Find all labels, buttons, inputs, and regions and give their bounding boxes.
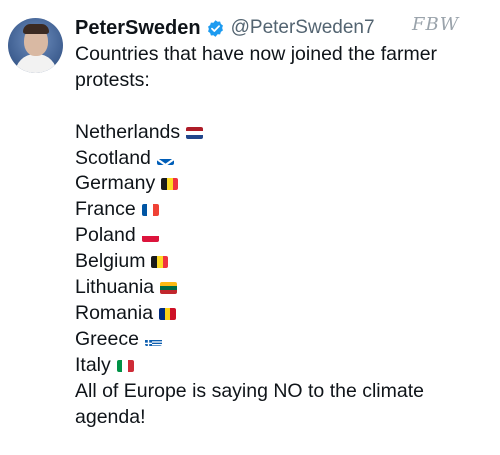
avatar[interactable] (8, 18, 63, 73)
scotland-flag-icon (156, 153, 174, 165)
country-row: Poland (75, 223, 490, 249)
country-row: France (75, 197, 490, 223)
country-name: France (75, 198, 136, 221)
romania-flag-icon (159, 307, 177, 320)
country-name: Belgium (75, 250, 146, 273)
country-name: Italy (75, 353, 111, 376)
country-name: Romania (75, 301, 154, 324)
avatar-shirt (15, 54, 57, 73)
tweet-header: PeterSweden @PeterSweden7 (75, 14, 375, 42)
country-row: Romania (75, 301, 490, 327)
france-flag-icon (141, 204, 159, 217)
display-name[interactable]: PeterSweden (75, 17, 201, 40)
user-handle[interactable]: @PeterSweden7 (231, 17, 375, 39)
country-row: Lithuania (75, 275, 490, 301)
country-name: Lithuania (75, 276, 155, 299)
tweet-text: Countries that have now joined the farme… (75, 42, 490, 430)
country-row: Netherlands (75, 120, 490, 146)
poland-flag-icon (141, 230, 159, 243)
belgium-flag-icon (151, 256, 169, 269)
country-row: Germany (75, 171, 490, 197)
country-name: Netherlands (75, 120, 181, 143)
country-name: Poland (75, 224, 136, 247)
country-row: Belgium (75, 249, 490, 275)
verified-badge-icon (206, 19, 225, 38)
lithuania-flag-icon (160, 281, 178, 294)
netherlands-flag-icon (186, 126, 204, 139)
country-list: Netherlands Scotland Germany France Poland Be… (75, 120, 490, 379)
avatar-hair (23, 24, 49, 34)
country-row: Italy (75, 353, 490, 379)
country-name: Germany (75, 172, 156, 195)
tweet-intro: Countries that have now joined the farme… (75, 43, 438, 91)
country-row: Scotland (75, 146, 490, 172)
italy-flag-icon (116, 359, 134, 372)
country-name: Scotland (75, 146, 151, 169)
greece-flag-icon (144, 334, 162, 346)
belgium-flag-icon (161, 178, 179, 191)
country-name: Greece (75, 327, 139, 350)
watermark: FBW (412, 14, 460, 35)
country-row: Greece (75, 327, 490, 353)
tweet: PeterSweden @PeterSweden7 FBW Countries … (0, 0, 500, 455)
tweet-closing: All of Europe is saying NO to the climat… (75, 379, 424, 428)
